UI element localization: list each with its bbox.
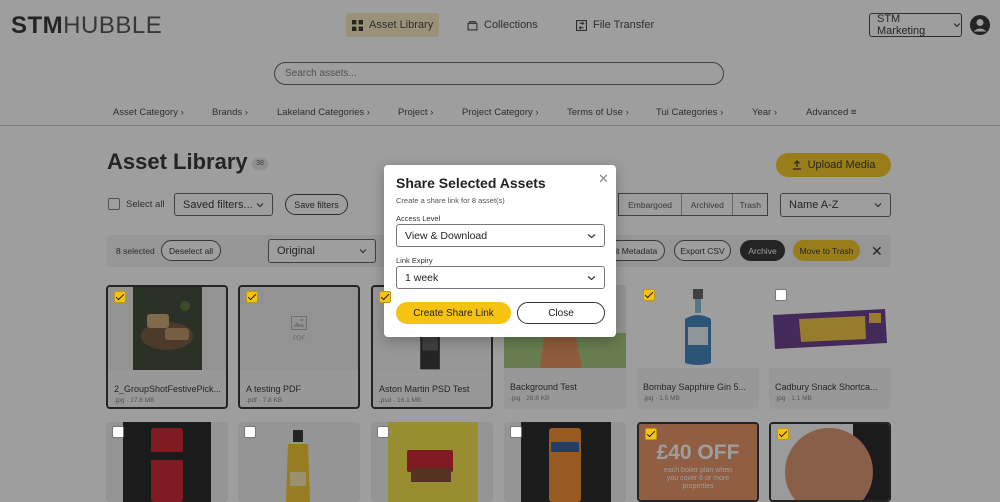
chevron-down-icon: [587, 233, 596, 238]
asset-checkbox[interactable]: [379, 291, 391, 303]
asset-checkbox[interactable]: [377, 426, 389, 438]
asset-checkbox[interactable]: [114, 291, 126, 303]
modal-subtitle: Create a share link for 8 asset(s): [396, 196, 505, 205]
asset-checkbox[interactable]: [775, 289, 787, 301]
create-share-link-button[interactable]: Create Share Link: [396, 302, 511, 324]
asset-checkbox[interactable]: [645, 428, 657, 440]
access-level-label: Access Level: [396, 214, 441, 223]
asset-checkbox[interactable]: [777, 428, 789, 440]
access-level-select[interactable]: View & Download: [396, 224, 605, 247]
chevron-down-icon: [587, 275, 596, 280]
asset-checkbox[interactable]: [246, 291, 258, 303]
asset-checkbox[interactable]: [112, 426, 124, 438]
close-icon[interactable]: ✕: [598, 171, 609, 187]
asset-checkbox[interactable]: [244, 426, 256, 438]
link-expiry-select[interactable]: 1 week: [396, 266, 605, 289]
link-expiry-label: Link Expiry: [396, 256, 433, 265]
close-button[interactable]: Close: [517, 302, 605, 324]
asset-checkbox[interactable]: [643, 289, 655, 301]
modal-title: Share Selected Assets: [396, 175, 546, 191]
asset-checkbox[interactable]: [510, 426, 522, 438]
share-assets-modal: Share Selected Assets ✕ Create a share l…: [384, 165, 616, 337]
